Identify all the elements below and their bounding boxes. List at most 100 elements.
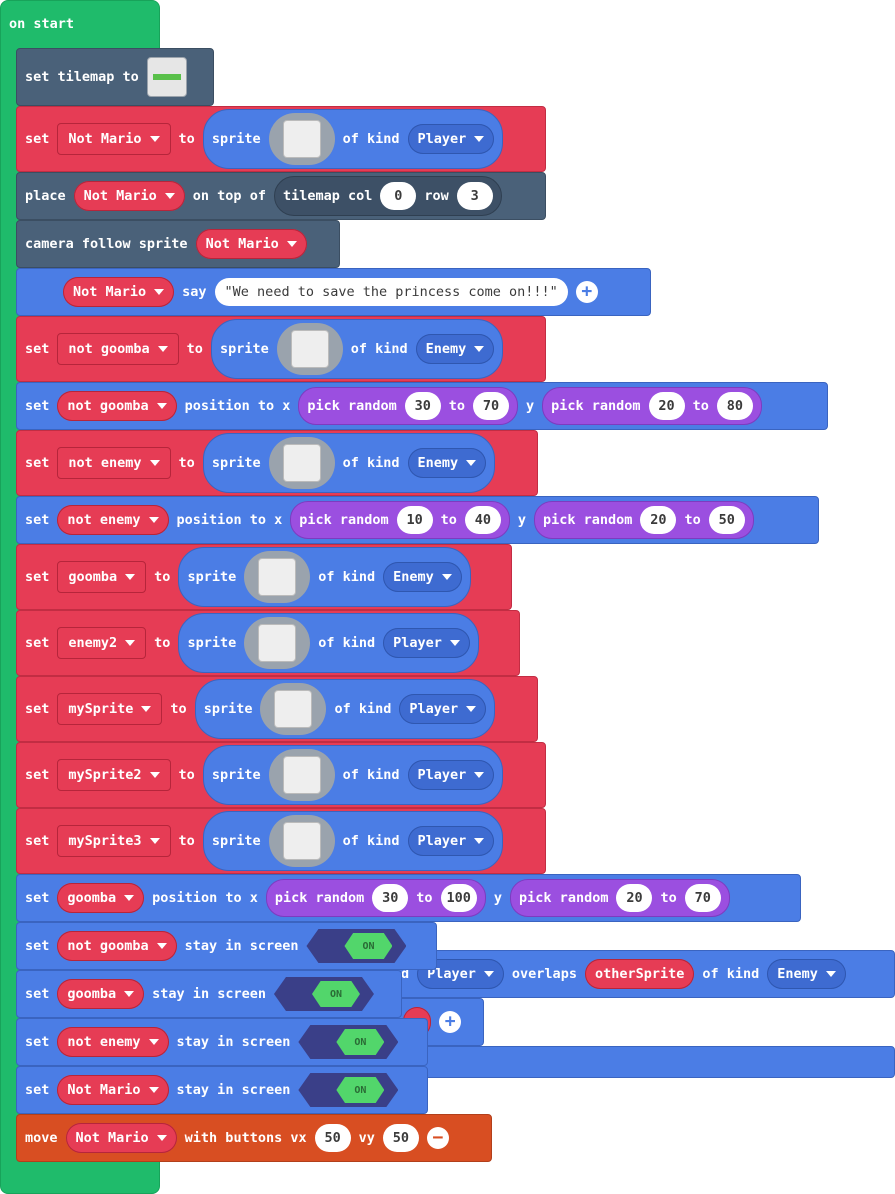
variable-dropdown[interactable]: Not Mario: [57, 123, 171, 155]
chevron-down-icon: [483, 971, 494, 977]
on-toggle[interactable]: ON: [306, 929, 407, 963]
set-sprite-block[interactable]: set goomba to sprite of kind Enemy: [16, 544, 512, 610]
stay-in-screen-block[interactable]: set goomba stay in screen ON: [16, 970, 402, 1018]
sprite-image-slot[interactable]: [268, 749, 335, 801]
say-text-input[interactable]: "We need to save the princess come on!!!…: [214, 278, 568, 306]
on-toggle[interactable]: ON: [298, 1025, 399, 1059]
sprite-image-slot[interactable]: [260, 683, 327, 735]
on-toggle[interactable]: ON: [298, 1073, 399, 1107]
random-to-input[interactable]: 40: [464, 506, 501, 534]
set-sprite-block[interactable]: set not enemy to sprite of kind Enemy: [16, 430, 538, 496]
pick-random-reporter[interactable]: pick random 20 to 80: [542, 387, 762, 425]
sprite-reporter[interactable]: sprite of kind Player: [202, 745, 504, 805]
pick-random-label: pick random: [299, 512, 389, 528]
random-from-input[interactable]: 10: [396, 506, 433, 534]
variable-dropdown[interactable]: goomba: [57, 561, 147, 593]
kind-dropdown[interactable]: Player: [407, 760, 495, 790]
pick-random-reporter[interactable]: pick random 30 to 70: [298, 387, 519, 425]
place-on-tilemap-block[interactable]: place Not Mario on top of tilemap col 0 …: [16, 172, 546, 220]
set-sprite-block[interactable]: set mySprite2 to sprite of kind Player: [16, 742, 546, 808]
minus-icon[interactable]: −: [426, 1127, 449, 1149]
stay-in-screen-block[interactable]: set Not Mario stay in screen ON: [16, 1066, 428, 1114]
set-position-block[interactable]: set not enemy position to x pick random …: [16, 496, 819, 544]
tilemap-thumbnail[interactable]: [146, 57, 187, 97]
vy-input[interactable]: 50: [382, 1124, 419, 1152]
variable-dropdown[interactable]: Not Mario: [63, 277, 175, 307]
vx-input[interactable]: 50: [314, 1124, 351, 1152]
set-tilemap-block[interactable]: set tilemap to: [16, 48, 214, 106]
random-from-input[interactable]: 20: [640, 506, 677, 534]
variable-dropdown[interactable]: goomba: [57, 979, 145, 1009]
sprite-image-slot[interactable]: [244, 617, 311, 669]
random-from-input[interactable]: 30: [372, 884, 409, 912]
sprite-image-slot[interactable]: [268, 113, 335, 165]
variable-dropdown[interactable]: Not Mario: [195, 229, 307, 259]
sprite-reporter[interactable]: sprite of kind Enemy: [178, 547, 471, 607]
kind-dropdown[interactable]: Enemy: [383, 562, 462, 592]
random-from-input[interactable]: 20: [648, 392, 685, 420]
plus-icon[interactable]: +: [575, 281, 598, 303]
kind-dropdown[interactable]: Player: [383, 628, 470, 658]
sprite-reporter[interactable]: sprite of kind Player: [202, 811, 504, 871]
col-input[interactable]: 0: [380, 182, 417, 210]
variable-dropdown[interactable]: mySprite: [57, 693, 163, 725]
kind-dropdown[interactable]: Player: [407, 124, 495, 154]
random-to-input[interactable]: 70: [684, 884, 721, 912]
sprite-image-slot[interactable]: [268, 437, 335, 489]
tilemap-location-reporter[interactable]: tilemap col 0 row 3: [273, 176, 502, 216]
kind-dropdown[interactable]: Enemy: [415, 334, 495, 364]
variable-dropdown[interactable]: not enemy: [57, 505, 169, 535]
on-toggle[interactable]: ON: [273, 977, 374, 1011]
pick-random-reporter[interactable]: pick random 30 to 100: [265, 879, 486, 917]
variable-dropdown[interactable]: Not Mario: [65, 1123, 177, 1153]
sprite-reporter[interactable]: sprite of kind Player: [202, 109, 504, 169]
set-sprite-block[interactable]: set mySprite3 to sprite of kind Player: [16, 808, 546, 874]
sprite-reporter[interactable]: sprite of kind Player: [194, 679, 496, 739]
variable-dropdown[interactable]: not goomba: [57, 391, 177, 421]
overlap-event-block[interactable]: d Player overlaps otherSprite of kind En…: [360, 950, 895, 998]
kind-dropdown[interactable]: Player: [407, 826, 495, 856]
sprite-reporter[interactable]: sprite of kind Player: [178, 613, 479, 673]
random-to-input[interactable]: 80: [716, 392, 753, 420]
variable-dropdown[interactable]: mySprite3: [57, 825, 171, 857]
pick-random-reporter[interactable]: pick random 10 to 40: [290, 501, 510, 539]
sprite-image-slot[interactable]: [268, 815, 335, 867]
random-from-input[interactable]: 30: [404, 392, 441, 420]
kind-dropdown[interactable]: Enemy: [767, 959, 846, 989]
variable-dropdown[interactable]: not enemy: [57, 447, 171, 479]
random-to-input[interactable]: 100: [440, 884, 477, 912]
variable-dropdown[interactable]: goomba: [57, 883, 145, 913]
row-input[interactable]: 3: [456, 182, 493, 210]
variable-dropdown[interactable]: enemy2: [57, 627, 147, 659]
set-sprite-block[interactable]: set mySprite to sprite of kind Player: [16, 676, 538, 742]
sprite-image-slot[interactable]: [244, 551, 311, 603]
variable-dropdown[interactable]: not goomba: [57, 931, 177, 961]
kind-dropdown[interactable]: Player: [399, 694, 487, 724]
sprite-image-slot[interactable]: [276, 323, 343, 375]
variable-dropdown[interactable]: Not Mario: [73, 181, 185, 211]
random-to-input[interactable]: 70: [473, 392, 510, 420]
plus-icon[interactable]: +: [439, 1011, 462, 1033]
sprite-reporter[interactable]: sprite of kind Enemy: [210, 319, 504, 379]
stay-in-screen-block[interactable]: set not enemy stay in screen ON: [16, 1018, 428, 1066]
pick-random-reporter[interactable]: pick random 20 to 70: [510, 879, 730, 917]
variable-dropdown[interactable]: not enemy: [57, 1027, 169, 1057]
stay-in-screen-block[interactable]: set not goomba stay in screen ON: [16, 922, 437, 970]
camera-follow-block[interactable]: camera follow sprite Not Mario: [16, 220, 340, 268]
variable-dropdown[interactable]: mySprite2: [57, 759, 171, 791]
set-sprite-block[interactable]: set enemy2 to sprite of kind Player: [16, 610, 520, 676]
pick-random-reporter[interactable]: pick random 20 to 50: [534, 501, 754, 539]
variable-dropdown[interactable]: Not Mario: [57, 1075, 169, 1105]
say-block[interactable]: Not Mario say "We need to save the princ…: [16, 268, 651, 316]
variable-dropdown[interactable]: not goomba: [57, 333, 179, 365]
move-with-buttons-block[interactable]: move Not Mario with buttons vx 50 vy 50 …: [16, 1114, 492, 1162]
kind-dropdown[interactable]: Enemy: [407, 448, 487, 478]
set-sprite-block[interactable]: set Not Mario to sprite of kind Player: [16, 106, 546, 172]
other-sprite-variable[interactable]: otherSprite: [584, 959, 695, 989]
random-to-input[interactable]: 50: [708, 506, 745, 534]
set-sprite-block[interactable]: set not goomba to sprite of kind Enemy: [16, 316, 546, 382]
sprite-reporter[interactable]: sprite of kind Enemy: [202, 433, 496, 493]
random-from-input[interactable]: 20: [616, 884, 653, 912]
set-position-block[interactable]: set goomba position to x pick random 30 …: [16, 874, 801, 922]
set-position-block[interactable]: set not goomba position to x pick random…: [16, 382, 828, 430]
